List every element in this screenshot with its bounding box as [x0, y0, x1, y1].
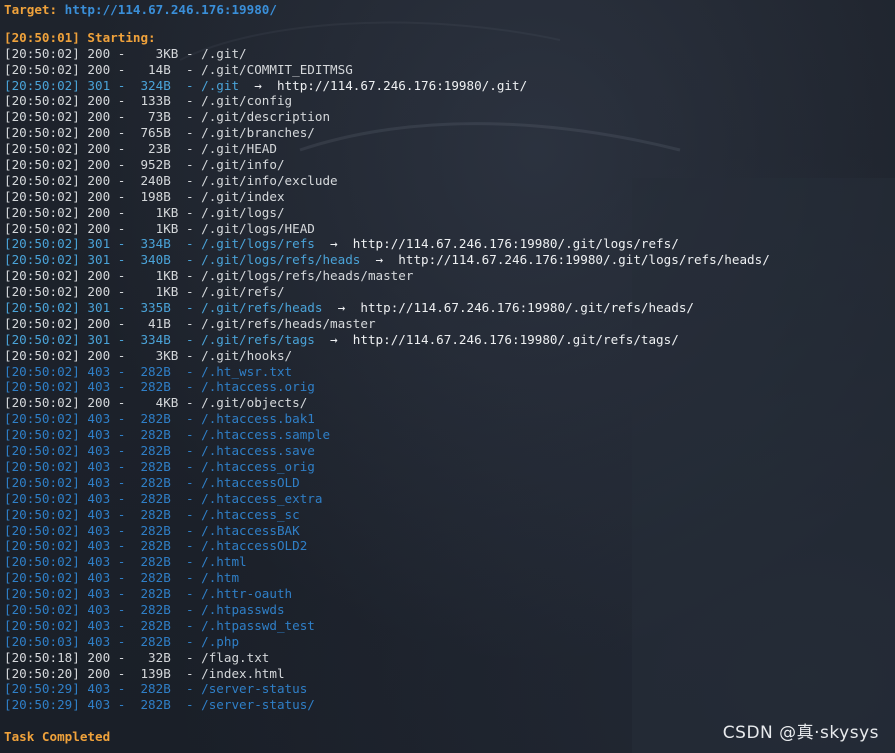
- target-label: Target:: [4, 2, 58, 17]
- scan-result-line: [20:50:02] 403 - 282B - /.htaccessOLD2: [4, 538, 308, 554]
- scan-result-line: [20:50:02] 403 - 282B - /.htaccessOLD: [4, 474, 300, 490]
- redirect-target: → http://114.67.246.176:19980/.git/logs/…: [375, 252, 770, 268]
- redirect-target: → http://114.67.246.176:19980/.git/: [254, 77, 528, 93]
- csdn-watermark: CSDN @真·skysys: [722, 723, 879, 743]
- scan-result-line: [20:50:02] 200 - 3KB - /.git/: [4, 45, 247, 61]
- scan-result-line: [20:50:02] 403 - 282B - /.htpasswds: [4, 601, 285, 617]
- scan-results: [20:50:02] 200 - 3KB - /.git/[20:50:02] …: [4, 46, 895, 713]
- scan-result-line: [20:50:02] 200 - 765B - /.git/branches/: [4, 125, 315, 141]
- scan-result-line: [20:50:03] 403 - 282B - /.php: [4, 633, 240, 649]
- scan-result-line: [20:50:02] 200 - 240B - /.git/info/exclu…: [4, 172, 338, 188]
- redirect-target: → http://114.67.246.176:19980/.git/refs/…: [337, 300, 694, 316]
- scan-result-line: [20:50:02] 200 - 1KB - /.git/refs/: [4, 284, 285, 300]
- scan-result-line: [20:50:02] 403 - 282B - /.htaccessBAK: [4, 522, 300, 538]
- scan-result-line: [20:50:02] 200 - 73B - /.git/description: [4, 109, 331, 125]
- scan-result-line: [20:50:02] 403 - 282B - /.htm: [4, 570, 240, 586]
- scan-result-line: [20:50:02] 403 - 282B - /.htaccess.sampl…: [4, 427, 331, 443]
- redirect-target: → http://114.67.246.176:19980/.git/refs/…: [330, 331, 679, 347]
- scan-result-line: [20:50:29] 403 - 282B - /server-status/: [4, 697, 315, 713]
- scan-result-line: [20:50:02] 403 - 282B - /.html: [4, 554, 247, 570]
- scan-result-line: [20:50:02] 301 - 334B - /.git/refs/tags …: [4, 331, 679, 347]
- scan-result-line: [20:50:02] 200 - 4KB - /.git/objects/: [4, 395, 308, 411]
- scan-result-line: [20:50:02] 200 - 41B - /.git/refs/heads/…: [4, 315, 376, 331]
- scan-result-line: [20:50:02] 200 - 1KB - /.git/logs/: [4, 204, 285, 220]
- target-url: http://114.67.246.176:19980/: [64, 2, 277, 17]
- scan-result-line: [20:50:29] 403 - 282B - /server-status: [4, 681, 308, 697]
- redirect-target: → http://114.67.246.176:19980/.git/logs/…: [330, 236, 679, 252]
- scan-result-line: [20:50:02] 200 - 1KB - /.git/logs/refs/h…: [4, 268, 414, 284]
- scan-result-line: [20:50:02] 200 - 3KB - /.git/hooks/: [4, 347, 293, 363]
- scan-result-line: [20:50:02] 403 - 282B - /.httr-oauth: [4, 586, 293, 602]
- scan-result-line: [20:50:18] 200 - 32B - /flag.txt: [4, 649, 270, 665]
- scan-result-line: [20:50:02] 403 - 282B - /.htaccess_orig: [4, 458, 315, 474]
- scan-result-line: [20:50:02] 200 - 23B - /.git/HEAD: [4, 141, 277, 157]
- scan-result-line: [20:50:02] 301 - 335B - /.git/refs/heads…: [4, 300, 694, 316]
- scan-result-line: [20:50:02] 200 - 198B - /.git/index: [4, 188, 285, 204]
- scan-result-line: [20:50:02] 200 - 1KB - /.git/logs/HEAD: [4, 220, 315, 236]
- scan-result-line: [20:50:02] 403 - 282B - /.htaccess_sc: [4, 506, 300, 522]
- scan-result-line: [20:50:02] 301 - 334B - /.git/logs/refs …: [4, 236, 679, 252]
- scan-result-line: [20:50:02] 200 - 952B - /.git/info/: [4, 157, 285, 173]
- scan-result-line: [20:50:02] 403 - 282B - /.ht_wsr.txt: [4, 363, 293, 379]
- starting-line: [20:50:01] Starting:: [4, 29, 156, 45]
- scan-result-line: [20:50:02] 301 - 324B - /.git → http://1…: [4, 77, 528, 93]
- scan-result-line: [20:50:02] 403 - 282B - /.htpasswd_test: [4, 617, 315, 633]
- scan-result-line: [20:50:02] 403 - 282B - /.htaccess.save: [4, 443, 315, 459]
- target-line: Target: http://114.67.246.176:19980/: [4, 2, 895, 18]
- scan-result-line: [20:50:20] 200 - 139B - /index.html: [4, 665, 285, 681]
- scan-result-line: [20:50:02] 301 - 340B - /.git/logs/refs/…: [4, 252, 770, 268]
- scan-result-line: [20:50:02] 403 - 282B - /.htaccess_extra: [4, 490, 323, 506]
- scan-result-line: [20:50:02] 403 - 282B - /.htaccess.bak1: [4, 411, 315, 427]
- scan-result-line: [20:50:02] 200 - 14B - /.git/COMMIT_EDIT…: [4, 61, 353, 77]
- scan-result-line: [20:50:02] 200 - 133B - /.git/config: [4, 93, 293, 109]
- scan-result-line: [20:50:02] 403 - 282B - /.htaccess.orig: [4, 379, 315, 395]
- terminal-output: Target: http://114.67.246.176:19980/ [20…: [0, 0, 895, 745]
